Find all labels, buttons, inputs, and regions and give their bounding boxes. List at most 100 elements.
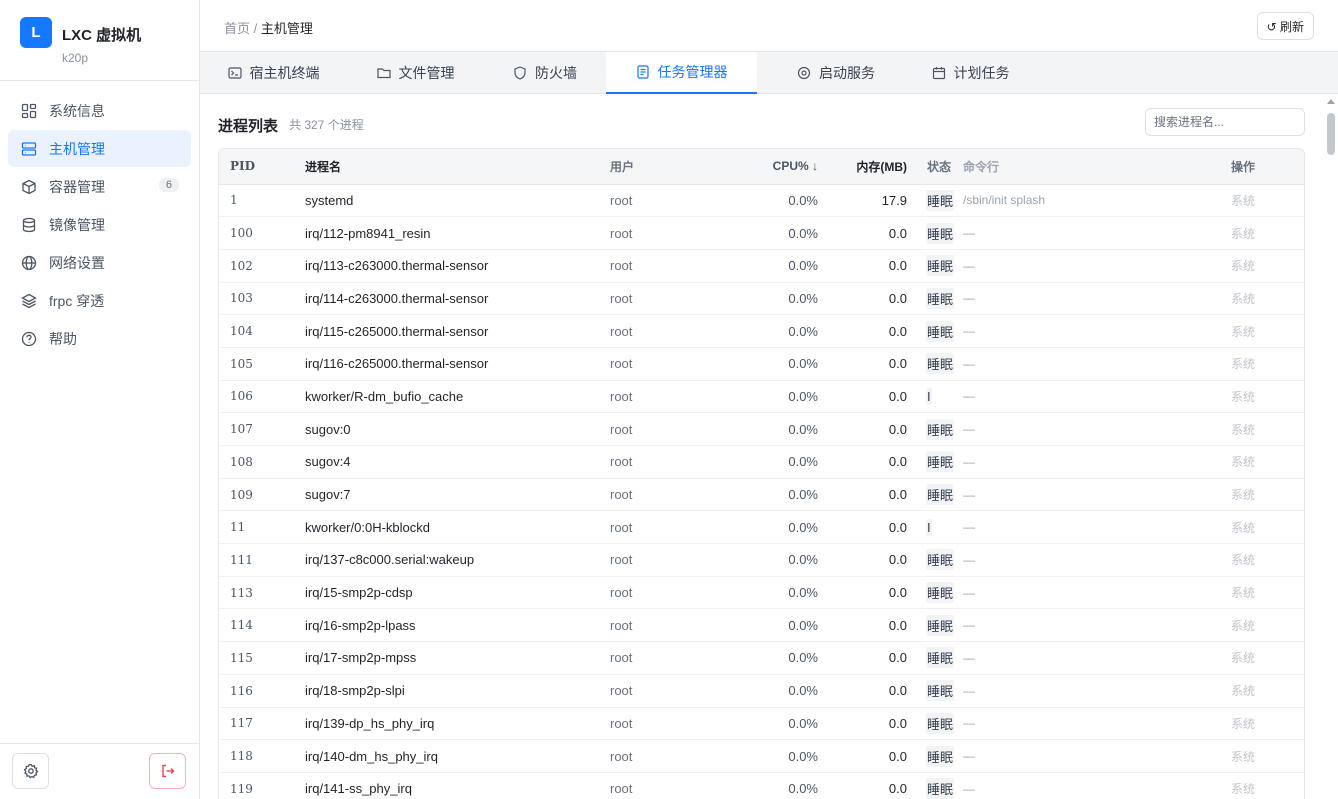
tab-host-terminal[interactable]: 宿主机终端 — [200, 52, 347, 94]
column-header-command[interactable]: 命令行 — [963, 149, 1231, 185]
table-row[interactable]: 114 irq/16-smp2p-lpass root 0.0% 0.0 睡眠 — 系统 — [219, 609, 1304, 642]
pid-cell: 11 — [230, 520, 246, 535]
action-cell: 系统 — [1231, 520, 1256, 535]
action-cell: 系统 — [1231, 455, 1256, 470]
cpu-cell: 0.0% — [788, 323, 818, 339]
cpu-cell: 0.0% — [788, 290, 818, 306]
action-cell: 系统 — [1231, 749, 1256, 764]
user-cell: root — [610, 552, 633, 568]
tab-scheduled-tasks[interactable]: 计划任务 — [915, 52, 1026, 94]
state-cell: 睡眠 — [907, 478, 963, 511]
table-row[interactable]: 113 irq/15-smp2p-cdsp root 0.0% 0.0 睡眠 — 系统 — [219, 576, 1304, 609]
sidebar-item-container-management[interactable]: 容器管理 6 — [8, 168, 191, 205]
process-name-cell: irq/114-c263000.thermal-sensor — [305, 290, 489, 306]
column-header-state[interactable]: 状态 — [907, 149, 963, 185]
table-row[interactable]: 111 irq/137-c8c000.serial:wakeup root 0.0% 0… — [219, 544, 1304, 577]
scroll-up-arrow[interactable] — [1327, 99, 1335, 104]
column-header-pid[interactable]: PID — [219, 149, 305, 185]
command-cell: — — [963, 683, 975, 698]
settings-button[interactable] — [12, 753, 49, 789]
process-name-cell: sugov:7 — [305, 487, 351, 503]
table-row[interactable]: 1 systemd root 0.0% 17.9 睡眠/sbin/init splash 系… — [219, 184, 1304, 217]
pid-cell: 119 — [230, 781, 253, 796]
column-header-name[interactable]: 进程名 — [305, 149, 610, 185]
state-cell: 睡眠 — [907, 282, 963, 315]
calendar-icon — [932, 67, 945, 80]
process-name-cell: irq/116-c265000.thermal-sensor — [305, 356, 489, 372]
tab-startup-services[interactable]: 启动服务 — [757, 52, 915, 94]
scroll-thumb[interactable] — [1327, 113, 1335, 155]
memory-cell: 0.0 — [888, 454, 907, 470]
device-name: k20p — [62, 51, 89, 65]
memory-cell: 0.0 — [888, 356, 907, 372]
logout-button[interactable] — [149, 753, 186, 789]
table-row[interactable]: 103 irq/114-c263000.thermal-sensor root 0.0… — [219, 282, 1304, 315]
column-header-cpu[interactable]: CPU% ↓ — [728, 149, 818, 185]
table-row[interactable]: 104 irq/115-c265000.thermal-sensor root 0.0… — [219, 315, 1304, 348]
table-header-row: PID 进程名 用户 CPU% ↓ 内存(MB) 状态 命令行 操作 — [219, 149, 1304, 185]
sidebar-item-host-management[interactable]: 主机管理 — [8, 130, 191, 167]
cpu-cell: 0.0% — [788, 552, 818, 568]
table-row[interactable]: 116 irq/18-smp2p-slpi root 0.0% 0.0 睡眠 — 系统 — [219, 674, 1304, 707]
command-cell: — — [963, 487, 975, 502]
state-cell: 睡眠 — [907, 446, 963, 479]
status-badge: 睡眠 — [926, 712, 955, 734]
memory-cell: 0.0 — [888, 290, 907, 306]
process-search-input[interactable] — [1145, 108, 1305, 136]
command-cell: — — [963, 356, 975, 371]
layers-icon — [21, 293, 37, 308]
pid-cell: 115 — [230, 650, 253, 665]
process-name-cell: irq/137-c8c000.serial:wakeup — [305, 552, 475, 568]
state-cell: 睡眠 — [907, 249, 963, 282]
scrollbar[interactable] — [1326, 99, 1336, 799]
table-row[interactable]: 11 kworker/0:0H-kblockd root 0.0% 0.0 I — 系统 — [219, 511, 1304, 544]
sidebar-item-label: 镜像管理 — [49, 216, 105, 233]
user-cell: root — [610, 519, 633, 535]
database-icon — [22, 217, 36, 232]
table-row[interactable]: 100 irq/112-pm8941_resin root 0.0% 0.0 睡眠 — 系统 — [219, 217, 1304, 250]
user-cell: root — [610, 585, 633, 601]
memory-cell: 0.0 — [888, 519, 907, 535]
state-cell: 睡眠 — [907, 740, 963, 773]
table-row[interactable]: 102 irq/113-c263000.thermal-sensor root 0.0… — [219, 249, 1304, 283]
table-row[interactable]: 107 sugov:0 root 0.0% 0.0 睡眠 — 系统 — [219, 413, 1304, 446]
process-name-cell: irq/18-smp2p-slpi — [305, 683, 405, 699]
table-row[interactable]: 109 sugov:7 root 0.0% 0.0 睡眠 — 系统 — [219, 478, 1304, 511]
command-cell: — — [963, 618, 975, 633]
column-header-memory[interactable]: 内存(MB) — [818, 149, 907, 185]
status-badge: 睡眠 — [926, 222, 955, 244]
sidebar-item-image-management[interactable]: 镜像管理 — [8, 206, 191, 243]
tab-label: 文件管理 — [398, 65, 455, 81]
user-cell: root — [610, 715, 633, 731]
status-badge: 睡眠 — [926, 484, 955, 506]
command-cell: — — [963, 454, 975, 469]
pid-cell: 114 — [230, 618, 253, 633]
process-name-cell: irq/141-ss_phy_irq — [305, 781, 412, 797]
sidebar-item-frpc[interactable]: frpc 穿透 — [8, 282, 191, 319]
table-row[interactable]: 108 sugov:4 root 0.0% 0.0 睡眠 — 系统 — [219, 446, 1304, 479]
tab-firewall[interactable]: 防火墙 — [484, 52, 606, 94]
table-row[interactable]: 118 irq/140-dm_hs_phy_irq root 0.0% 0.0 睡眠 — 系统 — [219, 740, 1304, 773]
state-cell: 睡眠 — [907, 609, 963, 642]
sidebar-item-network-settings[interactable]: 网络设置 — [8, 244, 191, 281]
table-row[interactable]: 105 irq/116-c265000.thermal-sensor root 0.0… — [219, 347, 1304, 381]
tab-task-manager[interactable]: 任务管理器 — [606, 52, 757, 94]
sidebar-item-system-info[interactable]: 系统信息 — [8, 92, 191, 129]
sidebar-item-help[interactable]: 帮助 — [8, 320, 191, 357]
pid-cell: 116 — [230, 683, 253, 698]
table-row[interactable]: 119 irq/141-ss_phy_irq root 0.0% 0.0 睡眠 — 系统 — [219, 772, 1304, 799]
table-row[interactable]: 115 irq/17-smp2p-mpss root 0.0% 0.0 睡眠 — 系统 — [219, 642, 1304, 675]
action-cell: 系统 — [1231, 389, 1256, 404]
action-cell: 系统 — [1231, 357, 1256, 372]
status-badge: 睡眠 — [926, 614, 955, 636]
tab-file-management[interactable]: 文件管理 — [347, 52, 484, 94]
column-header-user[interactable]: 用户 — [610, 149, 728, 185]
refresh-button[interactable]: ↺ 刷新 — [1256, 12, 1314, 40]
table-row[interactable]: 106 kworker/R-dm_bufio_cache root 0.0% 0.0 I —… — [219, 380, 1304, 413]
breadcrumb-home[interactable]: 首页 — [224, 21, 250, 36]
pid-cell: 111 — [230, 552, 253, 567]
terminal-icon — [227, 67, 242, 79]
command-cell: — — [963, 781, 975, 796]
status-badge: 睡眠 — [926, 287, 955, 309]
table-row[interactable]: 117 irq/139-dp_hs_phy_irq root 0.0% 0.0 睡眠 — 系统 — [219, 707, 1304, 740]
